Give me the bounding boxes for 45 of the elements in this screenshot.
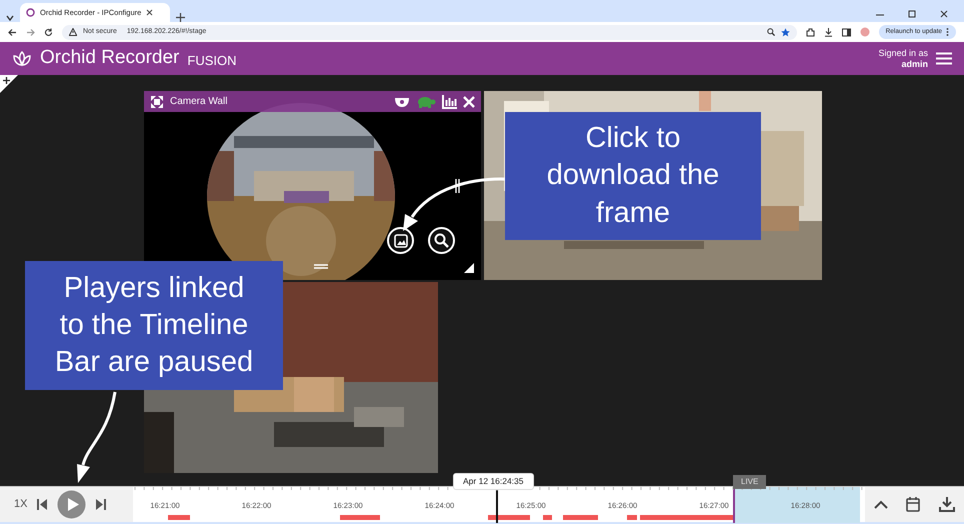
add-icon[interactable] — [3, 77, 10, 84]
warning-icon — [69, 28, 77, 36]
add-button[interactable] — [0, 75, 18, 93]
download-icon[interactable] — [938, 497, 955, 512]
turtle-icon[interactable] — [416, 96, 436, 108]
play-icon — [57, 490, 86, 519]
wall-title: Camera Wall — [170, 95, 228, 109]
menu-icon[interactable] — [936, 52, 952, 65]
app-title: Orchid Recorder — [40, 46, 180, 70]
calendar-icon[interactable] — [906, 497, 920, 512]
new-tab-icon[interactable] — [176, 13, 185, 22]
close-icon[interactable] — [940, 10, 948, 18]
dome-camera-icon[interactable] — [394, 96, 410, 108]
fullscreen-icon[interactable] — [150, 94, 164, 108]
callout-text: Players linked to the Timeline Bar are paused — [25, 261, 283, 390]
edition-label: FUSION — [187, 52, 237, 70]
bar-chart-icon[interactable] — [442, 94, 457, 108]
skip-back-icon[interactable] — [37, 499, 48, 510]
chevron-up-icon[interactable] — [874, 500, 888, 509]
resize-handle-icon[interactable] — [455, 179, 460, 193]
signed-in-label: Signed in as — [878, 48, 928, 58]
cursor-time: Apr 12 16:24:35 — [453, 473, 534, 490]
live-button[interactable]: LIVE — [733, 475, 766, 489]
play-button[interactable] — [57, 490, 86, 519]
lotus-logo-icon — [12, 50, 32, 68]
callout-text: Click to download the frame — [505, 112, 761, 240]
star-icon[interactable] — [780, 28, 790, 36]
zoom-icon[interactable] — [766, 28, 775, 36]
forward-icon[interactable] — [26, 28, 35, 36]
drag-handle-icon[interactable] — [314, 264, 328, 269]
image-icon — [394, 234, 408, 248]
tab-list-icon[interactable] — [6, 14, 14, 22]
restore-icon[interactable] — [908, 10, 916, 18]
close-icon[interactable] — [146, 9, 154, 16]
speed-button[interactable]: 1X — [14, 496, 28, 513]
reload-icon[interactable] — [44, 28, 53, 36]
resize-corner-icon[interactable] — [464, 263, 474, 273]
more-icon — [946, 28, 949, 36]
extension-icon[interactable] — [806, 28, 815, 36]
download-icon[interactable] — [824, 28, 833, 36]
back-icon[interactable] — [8, 28, 17, 36]
search-icon — [434, 233, 449, 248]
sidebar-icon[interactable] — [842, 28, 851, 36]
skip-forward-icon[interactable] — [96, 499, 106, 510]
user-name: admin — [900, 58, 928, 70]
